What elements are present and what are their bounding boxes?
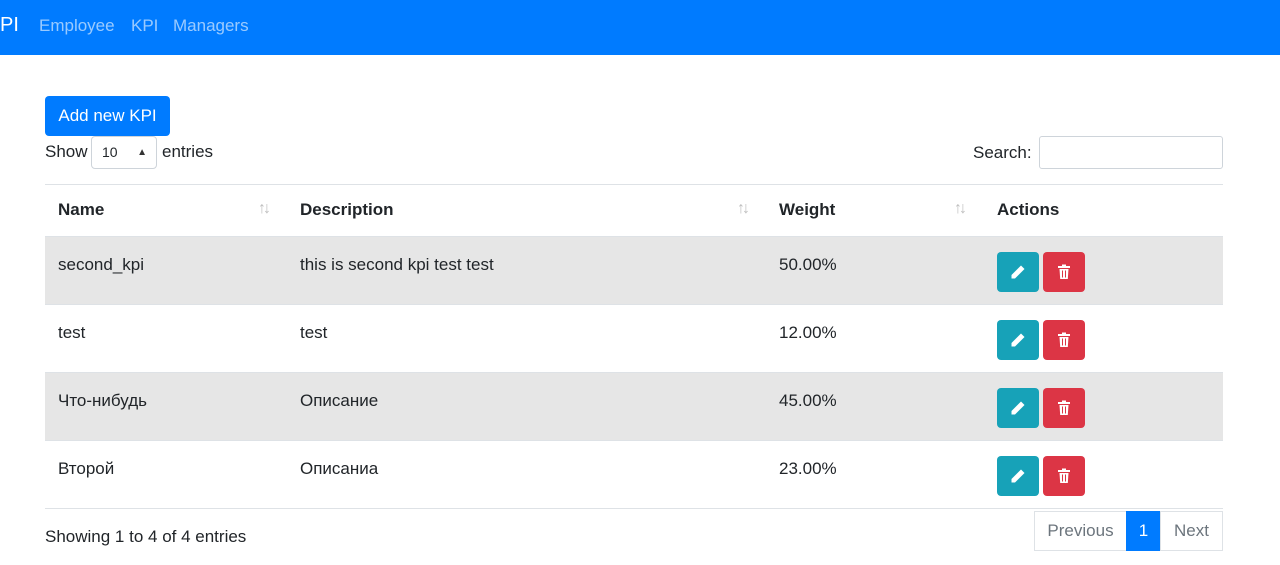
table-row: Что-нибудь Описание 45.00% (45, 373, 1223, 440)
header-weight[interactable]: Weight (779, 199, 835, 221)
page-length-value: 10 (102, 144, 118, 160)
cell-description: test (300, 323, 328, 342)
header-actions: Actions (997, 200, 1060, 219)
delete-button[interactable] (1043, 388, 1085, 428)
show-label: Show (45, 142, 88, 161)
edit-button[interactable] (997, 388, 1039, 428)
search-label: Search: (973, 143, 1032, 162)
table-info: Showing 1 to 4 of 4 entries (45, 527, 247, 546)
cell-weight: 12.00% (779, 323, 837, 342)
entries-label: entries (162, 142, 214, 161)
sort-arrows-icon[interactable]: ↑↓ (954, 199, 967, 219)
trash-icon (1058, 400, 1070, 415)
nav-link-managers[interactable]: Managers (173, 15, 249, 37)
page-length-select[interactable]: 10 ▲ (91, 136, 157, 169)
cell-description: Описаниа (300, 459, 379, 478)
table-row: Второй Описаниа 23.00% (45, 441, 1223, 508)
pencil-icon (1011, 469, 1025, 483)
cell-name: Второй (58, 459, 115, 478)
sort-arrows-icon[interactable]: ↑↓ (258, 199, 271, 219)
cell-name: test (58, 323, 86, 342)
header-description[interactable]: Description (300, 199, 394, 221)
header-name[interactable]: Name (58, 199, 104, 221)
pagination-page-1[interactable]: 1 (1126, 511, 1161, 551)
table-bottom-border (45, 508, 1223, 509)
pagination-next[interactable]: Next (1160, 511, 1223, 551)
add-kpi-button[interactable]: Add new KPI (45, 96, 170, 136)
cell-weight: 45.00% (779, 391, 837, 410)
select-caret-icon: ▲ (137, 147, 147, 158)
pagination-previous[interactable]: Previous (1034, 511, 1127, 551)
cell-name: second_kpi (58, 255, 145, 274)
pencil-icon (1011, 333, 1025, 347)
top-navbar: PI Employee KPI Managers (0, 0, 1280, 55)
trash-icon (1058, 468, 1070, 483)
delete-button[interactable] (1043, 456, 1085, 496)
edit-button[interactable] (997, 320, 1039, 360)
search-input[interactable] (1039, 136, 1223, 169)
table-row: test test 12.00% (45, 305, 1223, 372)
sort-arrows-icon[interactable]: ↑↓ (737, 199, 750, 219)
delete-button[interactable] (1043, 252, 1085, 292)
navbar-brand[interactable]: PI (0, 13, 19, 37)
delete-button[interactable] (1043, 320, 1085, 360)
table-row: second_kpi this is second kpi test test … (45, 237, 1223, 304)
table-top-border (45, 184, 1223, 185)
nav-link-employee[interactable]: Employee (39, 15, 115, 37)
pencil-icon (1011, 265, 1025, 279)
cell-description: Описание (300, 391, 379, 410)
cell-weight: 23.00% (779, 459, 837, 478)
edit-button[interactable] (997, 252, 1039, 292)
trash-icon (1058, 332, 1070, 347)
pencil-icon (1011, 401, 1025, 415)
cell-description: this is second kpi test test (300, 255, 494, 274)
nav-link-kpi[interactable]: KPI (131, 15, 158, 37)
cell-name: Что-нибудь (58, 391, 148, 410)
edit-button[interactable] (997, 456, 1039, 496)
cell-weight: 50.00% (779, 255, 837, 274)
trash-icon (1058, 264, 1070, 279)
